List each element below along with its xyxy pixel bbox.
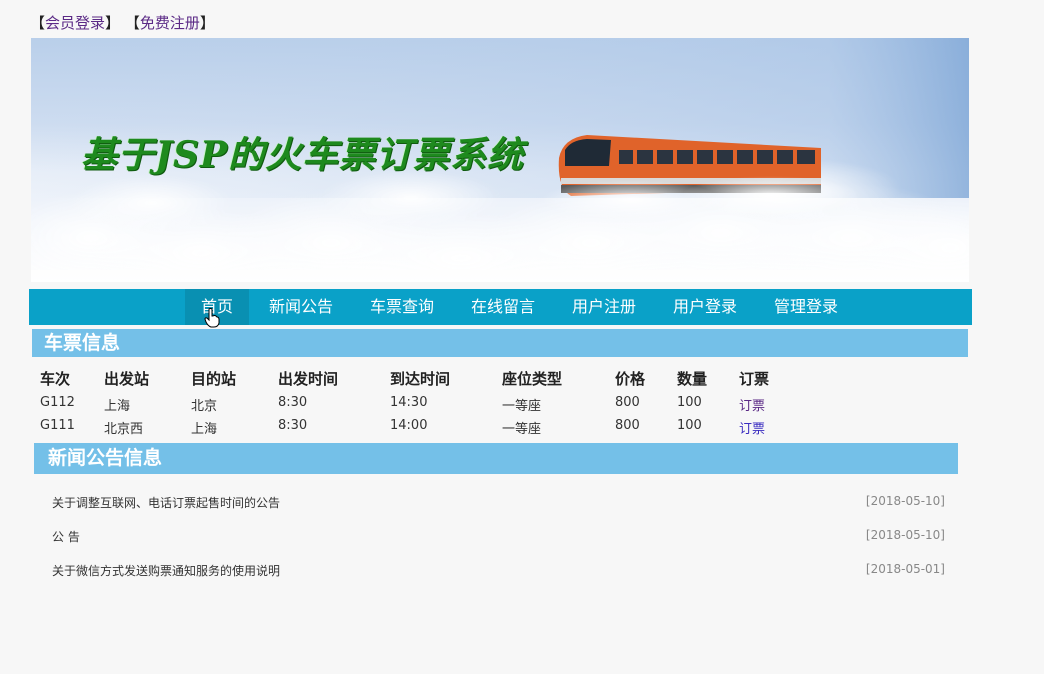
col-from: 出发站 [104, 370, 150, 388]
cell-qty: 100 [677, 395, 702, 410]
hand-cursor-icon [204, 308, 220, 328]
main-nav: 首页 新闻公告 车票查询 在线留言 用户注册 用户登录 管理登录 [29, 289, 972, 325]
cell-depart: 8:30 [278, 395, 308, 410]
ticket-section-title: 车票信息 [32, 329, 968, 357]
col-book: 订票 [739, 370, 770, 388]
cell-book: 订票 [739, 395, 765, 414]
nav-message[interactable]: 在线留言 [465, 289, 541, 325]
cell-seat: 一等座 [502, 422, 542, 437]
nav-user-login[interactable]: 用户登录 [667, 289, 743, 325]
news-date: [2018-05-01] [865, 562, 945, 576]
cell-from: 北京西 [104, 422, 144, 437]
cell-train: G112 [40, 395, 75, 410]
news-section-title: 新闻公告信息 [34, 443, 958, 474]
cell-price: 800 [615, 395, 640, 410]
col-arrive: 到达时间 [390, 370, 451, 388]
nav-ticket-search[interactable]: 车票查询 [364, 289, 440, 325]
bracket: 】 [199, 14, 215, 32]
col-qty: 数量 [677, 370, 708, 388]
member-login-link[interactable]: 会员登录 [45, 14, 105, 32]
cell-arrive: 14:00 [390, 418, 428, 433]
bracket: 【 [30, 14, 46, 32]
book-link[interactable]: 订票 [739, 399, 765, 414]
cell-seat: 一等座 [502, 399, 542, 414]
site-banner: 基于JSP的火车票订票系统 [31, 38, 969, 282]
cell-book: 订票 [739, 418, 765, 437]
cell-arrive: 14:30 [390, 395, 428, 410]
free-register-link[interactable]: 免费注册 [140, 14, 200, 32]
cell-depart: 8:30 [278, 418, 308, 433]
bracket: 】 [105, 14, 121, 32]
news-title-link[interactable]: 公 告 [52, 528, 80, 545]
news-date: [2018-05-10] [865, 494, 945, 508]
news-title-link[interactable]: 关于调整互联网、电话订票起售时间的公告 [52, 494, 280, 511]
cell-from: 上海 [104, 399, 131, 414]
news-title-link[interactable]: 关于微信方式发送购票通知服务的使用说明 [52, 562, 280, 579]
cell-qty: 100 [677, 418, 702, 433]
cell-train: G111 [40, 418, 75, 433]
cell-to: 上海 [191, 422, 218, 437]
col-to: 目的站 [191, 370, 237, 388]
col-train: 车次 [40, 370, 71, 388]
cell-to: 北京 [191, 399, 218, 414]
book-link[interactable]: 订票 [739, 422, 765, 437]
col-seat: 座位类型 [502, 370, 563, 388]
nav-user-register[interactable]: 用户注册 [566, 289, 642, 325]
news-date: [2018-05-10] [865, 528, 945, 542]
cell-price: 800 [615, 418, 640, 433]
nav-news[interactable]: 新闻公告 [263, 289, 339, 325]
bracket: 【 [124, 14, 140, 32]
banner-title: 基于JSP的火车票订票系统 [81, 134, 525, 176]
col-price: 价格 [615, 370, 646, 388]
nav-admin-login[interactable]: 管理登录 [768, 289, 844, 325]
top-links: 【会员登录】 【免费注册】 [30, 12, 215, 33]
col-depart: 出发时间 [278, 370, 339, 388]
